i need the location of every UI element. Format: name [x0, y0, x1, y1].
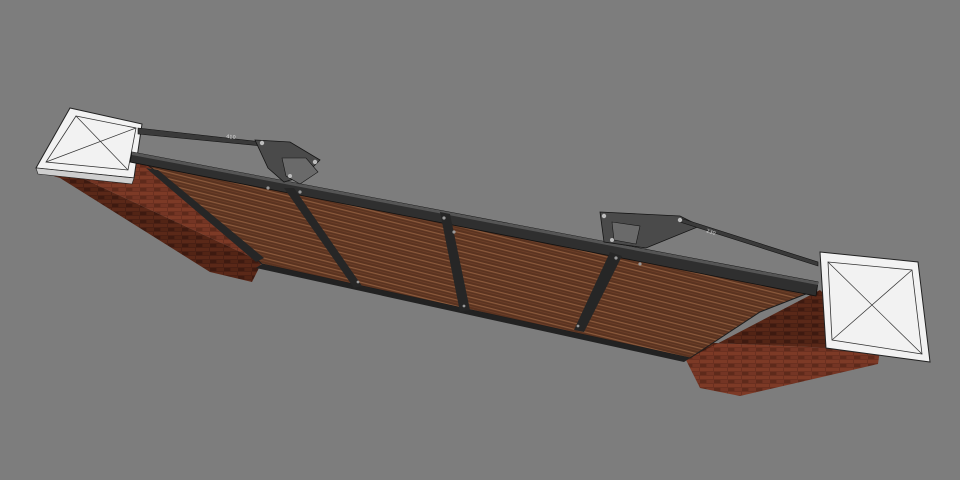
- left-arm-label: 410: [226, 134, 236, 141]
- right-pillar-cap: [819, 251, 931, 363]
- gate-render: 410 230: [35, 107, 931, 396]
- left-pillar-cap: [35, 107, 143, 185]
